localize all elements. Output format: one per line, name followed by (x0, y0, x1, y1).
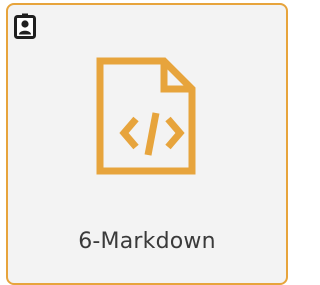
markdown-item-tile[interactable]: 6-Markdown (6, 3, 288, 285)
item-title: 6-Markdown (78, 229, 216, 254)
code-file-icon (94, 55, 198, 177)
contact-badge-icon (14, 13, 36, 39)
